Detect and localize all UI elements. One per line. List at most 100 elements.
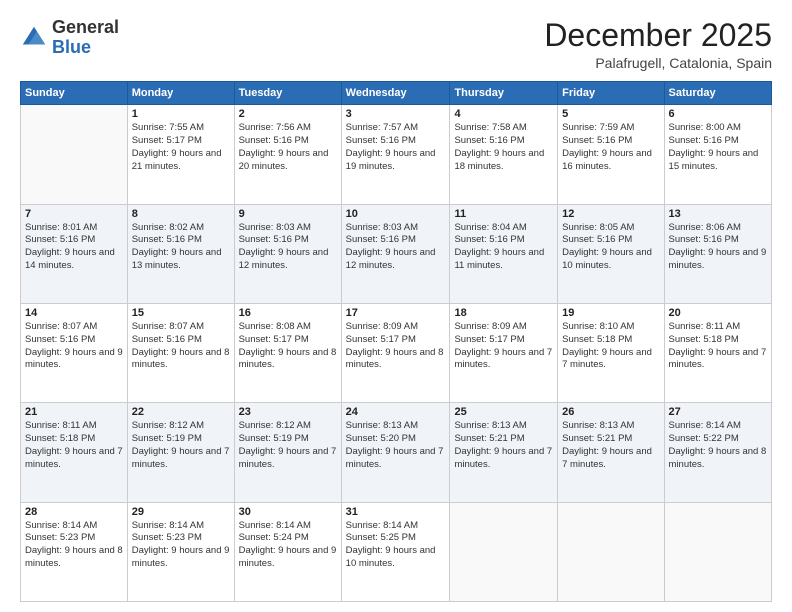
calendar-cell: 26 Sunrise: 8:13 AMSunset: 5:21 PMDayligh… [558,403,664,502]
day-number: 18 [454,307,553,319]
calendar-cell: 19Sunrise: 8:10 AMSunset: 5:18 PMDayligh… [558,303,664,402]
day-number: 16 [239,307,337,319]
day-info: Sunrise: 7:56 AMSunset: 5:16 PMDaylight:… [239,122,337,173]
day-number: 20 [669,307,767,319]
day-number: 6 [669,108,767,120]
day-number: 26 [562,406,659,418]
day-info: Sunrise: 8:12 AMSunset: 5:19 PMDaylight:… [239,420,337,471]
col-header-sunday: Sunday [21,82,128,105]
day-number: 2 [239,108,337,120]
month-title: December 2025 [544,18,772,53]
day-number: 27 [669,406,767,418]
day-info: Sunrise: 8:13 AMSunset: 5:21 PMDaylight:… [562,420,659,471]
calendar-cell: 14 Sunrise: 8:07 AMSunset: 5:16 PMDayligh… [21,303,128,402]
calendar-week-row: 7 Sunrise: 8:01 AMSunset: 5:16 PMDaylight… [21,204,772,303]
calendar-cell: 28 Sunrise: 8:14 AMSunset: 5:23 PMDayligh… [21,502,128,601]
day-info: Sunrise: 8:08 AMSunset: 5:17 PMDaylight:… [239,321,337,372]
calendar-week-row: 14 Sunrise: 8:07 AMSunset: 5:16 PMDayligh… [21,303,772,402]
calendar-week-row: 21 Sunrise: 8:11 AMSunset: 5:18 PMDayligh… [21,403,772,502]
day-info: Sunrise: 8:14 AMSunset: 5:25 PMDaylight:… [346,520,446,571]
calendar-cell: 15 Sunrise: 8:07 AMSunset: 5:16 PMDayligh… [127,303,234,402]
calendar-week-row: 28 Sunrise: 8:14 AMSunset: 5:23 PMDayligh… [21,502,772,601]
calendar-cell: 3 Sunrise: 7:57 AMSunset: 5:16 PMDaylight… [341,105,450,204]
day-info: Sunrise: 8:09 AMSunset: 5:17 PMDaylight:… [346,321,446,372]
day-info: Sunrise: 8:05 AMSunset: 5:16 PMDaylight:… [562,222,659,273]
day-number: 17 [346,307,446,319]
col-header-thursday: Thursday [450,82,558,105]
day-number: 12 [562,208,659,220]
col-header-saturday: Saturday [664,82,771,105]
logo: General Blue [20,18,119,58]
day-number: 1 [132,108,230,120]
day-number: 3 [346,108,446,120]
calendar-cell: 18Sunrise: 8:09 AMSunset: 5:17 PMDayligh… [450,303,558,402]
calendar-cell: 30 Sunrise: 8:14 AMSunset: 5:24 PMDayligh… [234,502,341,601]
logo-text: General Blue [52,18,119,58]
calendar-cell: 22Sunrise: 8:12 AMSunset: 5:19 PMDayligh… [127,403,234,502]
calendar-cell: 5 Sunrise: 7:59 AMSunset: 5:16 PMDaylight… [558,105,664,204]
calendar-cell [664,502,771,601]
col-header-friday: Friday [558,82,664,105]
day-info: Sunrise: 8:12 AMSunset: 5:19 PMDaylight:… [132,420,230,471]
day-info: Sunrise: 8:11 AMSunset: 5:18 PMDaylight:… [25,420,123,471]
day-number: 8 [132,208,230,220]
day-number: 30 [239,506,337,518]
day-number: 21 [25,406,123,418]
day-info: Sunrise: 8:14 AMSunset: 5:22 PMDaylight:… [669,420,767,471]
day-info: Sunrise: 8:14 AMSunset: 5:24 PMDaylight:… [239,520,337,571]
calendar-cell: 12 Sunrise: 8:05 AMSunset: 5:16 PMDayligh… [558,204,664,303]
day-info: Sunrise: 7:58 AMSunset: 5:16 PMDaylight:… [454,122,553,173]
calendar-cell: 16 Sunrise: 8:08 AMSunset: 5:17 PMDayligh… [234,303,341,402]
calendar-table: SundayMondayTuesdayWednesdayThursdayFrid… [20,81,772,602]
calendar-cell: 23 Sunrise: 8:12 AMSunset: 5:19 PMDayligh… [234,403,341,502]
calendar-cell: 11Sunrise: 8:04 AMSunset: 5:16 PMDayligh… [450,204,558,303]
col-header-wednesday: Wednesday [341,82,450,105]
day-info: Sunrise: 8:11 AMSunset: 5:18 PMDaylight:… [669,321,767,372]
day-number: 13 [669,208,767,220]
col-header-tuesday: Tuesday [234,82,341,105]
day-info: Sunrise: 7:57 AMSunset: 5:16 PMDaylight:… [346,122,446,173]
day-number: 4 [454,108,553,120]
day-info: Sunrise: 8:03 AMSunset: 5:16 PMDaylight:… [239,222,337,273]
day-number: 10 [346,208,446,220]
day-number: 15 [132,307,230,319]
calendar-cell [558,502,664,601]
day-info: Sunrise: 8:14 AMSunset: 5:23 PMDaylight:… [25,520,123,571]
logo-icon [20,24,48,52]
day-number: 5 [562,108,659,120]
day-info: Sunrise: 8:00 AMSunset: 5:16 PMDaylight:… [669,122,767,173]
calendar-cell [450,502,558,601]
day-info: Sunrise: 8:01 AMSunset: 5:16 PMDaylight:… [25,222,123,273]
calendar-cell: 7 Sunrise: 8:01 AMSunset: 5:16 PMDaylight… [21,204,128,303]
calendar-cell: 6 Sunrise: 8:00 AMSunset: 5:16 PMDaylight… [664,105,771,204]
day-number: 14 [25,307,123,319]
calendar-week-row: 1 Sunrise: 7:55 AMSunset: 5:17 PMDaylight… [21,105,772,204]
calendar-cell: 31 Sunrise: 8:14 AMSunset: 5:25 PMDayligh… [341,502,450,601]
day-info: Sunrise: 8:06 AMSunset: 5:16 PMDaylight:… [669,222,767,273]
day-info: Sunrise: 8:07 AMSunset: 5:16 PMDaylight:… [132,321,230,372]
calendar-cell: 1 Sunrise: 7:55 AMSunset: 5:17 PMDaylight… [127,105,234,204]
title-block: December 2025 Palafrugell, Catalonia, Sp… [544,18,772,71]
day-number: 9 [239,208,337,220]
calendar-cell: 17 Sunrise: 8:09 AMSunset: 5:17 PMDayligh… [341,303,450,402]
calendar-cell: 8 Sunrise: 8:02 AMSunset: 5:16 PMDaylight… [127,204,234,303]
calendar-cell: 21 Sunrise: 8:11 AMSunset: 5:18 PMDayligh… [21,403,128,502]
day-number: 28 [25,506,123,518]
day-info: Sunrise: 8:02 AMSunset: 5:16 PMDaylight:… [132,222,230,273]
calendar-cell: 25Sunrise: 8:13 AMSunset: 5:21 PMDayligh… [450,403,558,502]
page: General Blue December 2025 Palafrugell, … [0,0,792,612]
day-number: 11 [454,208,553,220]
calendar-cell: 2 Sunrise: 7:56 AMSunset: 5:16 PMDaylight… [234,105,341,204]
calendar-cell: 29Sunrise: 8:14 AMSunset: 5:23 PMDayligh… [127,502,234,601]
day-info: Sunrise: 8:10 AMSunset: 5:18 PMDaylight:… [562,321,659,372]
day-number: 7 [25,208,123,220]
logo-blue: Blue [52,37,91,57]
day-info: Sunrise: 7:55 AMSunset: 5:17 PMDaylight:… [132,122,230,173]
col-header-monday: Monday [127,82,234,105]
location-subtitle: Palafrugell, Catalonia, Spain [544,55,772,71]
day-number: 31 [346,506,446,518]
day-info: Sunrise: 8:14 AMSunset: 5:23 PMDaylight:… [132,520,230,571]
day-info: Sunrise: 7:59 AMSunset: 5:16 PMDaylight:… [562,122,659,173]
day-info: Sunrise: 8:07 AMSunset: 5:16 PMDaylight:… [25,321,123,372]
day-number: 23 [239,406,337,418]
